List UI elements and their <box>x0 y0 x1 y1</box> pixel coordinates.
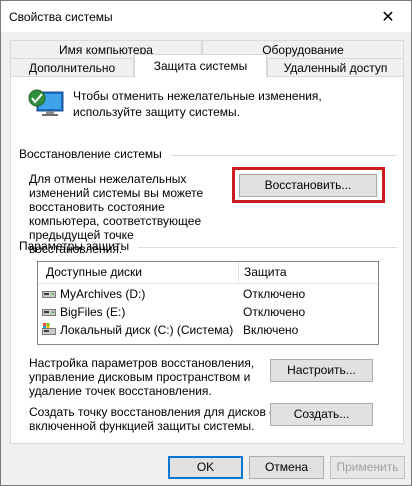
drive-icon <box>42 309 56 316</box>
tab-remote[interactable]: Удаленный доступ <box>267 58 404 77</box>
drives-list[interactable]: Доступные диски Защита MyArchives (D:) О… <box>37 261 379 345</box>
tab-advanced-label: Дополнительно <box>28 61 116 75</box>
protection-tab-panel: Чтобы отменить нежелательные изменения, … <box>10 76 404 444</box>
tab-hardware-label: Оборудование <box>262 43 344 57</box>
protection-group-divider <box>138 247 397 248</box>
apply-button[interactable]: Применить <box>330 456 405 479</box>
tab-advanced[interactable]: Дополнительно <box>10 58 134 77</box>
drive-row[interactable]: Локальный диск (C:) (Система) Включено <box>38 321 378 339</box>
ok-button[interactable]: OK <box>168 456 243 479</box>
title-bar: Свойства системы ✕ <box>1 1 411 32</box>
drive-icon <box>42 291 56 298</box>
create-button[interactable]: Создать... <box>270 403 373 426</box>
restore-group-label: Восстановление системы <box>19 147 162 161</box>
drive-status: Отключено <box>243 305 306 319</box>
drive-name: Локальный диск (C:) (Система) <box>60 323 234 337</box>
restore-highlight-frame <box>232 167 385 203</box>
configure-button[interactable]: Настроить... <box>270 359 373 382</box>
drive-row[interactable]: MyArchives (D:) Отключено <box>38 285 378 303</box>
drive-status: Отключено <box>243 287 306 301</box>
drive-name: BigFiles (E:) <box>60 305 126 319</box>
system-drive-icon <box>42 323 56 335</box>
column-separator[interactable] <box>238 262 239 284</box>
protection-group-label: Параметры защиты <box>19 239 130 253</box>
intro-text: Чтобы отменить нежелательные изменения, … <box>73 89 322 119</box>
configure-description: Настройка параметров восстановления, упр… <box>29 356 255 398</box>
tab-system-protection[interactable]: Защита системы <box>134 54 267 78</box>
tab-remote-label: Удаленный доступ <box>283 61 388 75</box>
window-title: Свойства системы <box>9 10 113 24</box>
drive-status: Включено <box>243 323 299 337</box>
restore-group-divider <box>171 155 397 156</box>
create-description: Создать точку восстановления для дисков … <box>29 405 276 433</box>
close-icon[interactable]: ✕ <box>365 1 411 32</box>
drive-name: MyArchives (D:) <box>60 287 146 301</box>
drives-list-header: Доступные диски Защита <box>38 262 378 284</box>
system-properties-window: Свойства системы ✕ Имя компьютера Оборуд… <box>0 0 412 486</box>
col-available-disks[interactable]: Доступные диски <box>46 265 142 279</box>
system-protection-icon <box>28 89 64 116</box>
col-protection[interactable]: Защита <box>244 265 287 279</box>
cancel-button[interactable]: Отмена <box>249 456 324 479</box>
tab-system-protection-label: Защита системы <box>153 59 248 73</box>
drive-row[interactable]: BigFiles (E:) Отключено <box>38 303 378 321</box>
